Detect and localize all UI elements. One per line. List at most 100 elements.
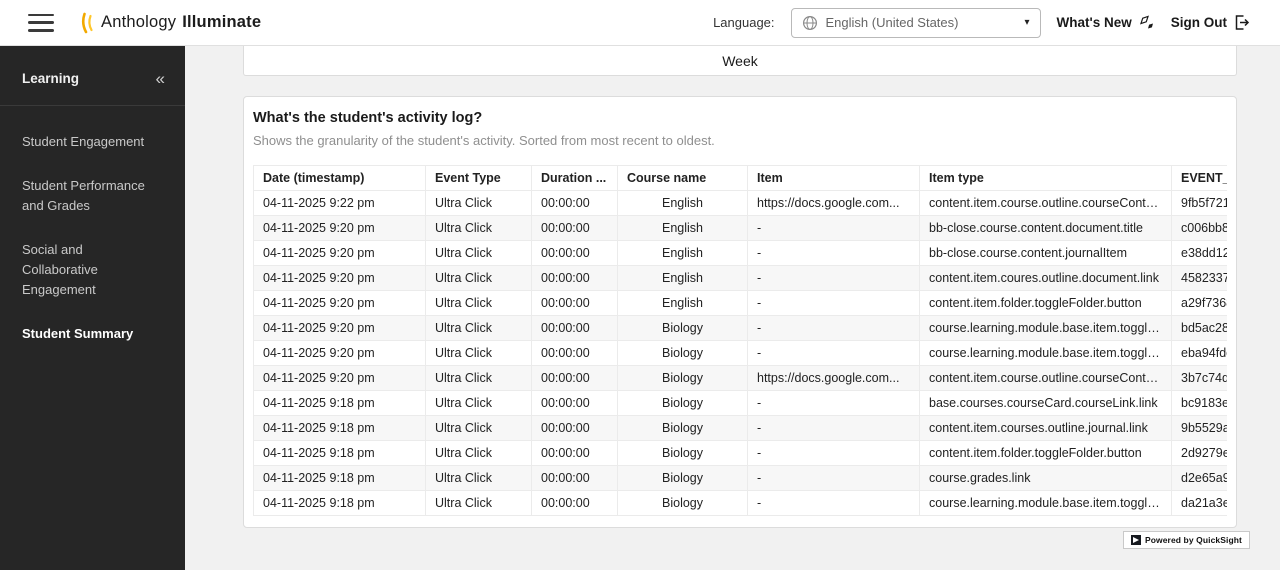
table-cell: - (748, 316, 920, 341)
table-cell: 04-11-2025 9:18 pm (254, 441, 426, 466)
activity-table-wrap: Date (timestamp)Event TypeDuration ...Co… (253, 165, 1227, 516)
table-cell: course.learning.module.base.item.toggleL… (920, 341, 1172, 366)
sign-out-icon (1233, 14, 1250, 31)
sidebar-item[interactable]: Student Performance and Grades (0, 164, 185, 228)
table-cell: Biology (618, 391, 748, 416)
table-cell: Ultra Click (426, 216, 532, 241)
quicksight-logo-icon (1131, 535, 1141, 545)
week-label: Week (722, 53, 758, 69)
brand-logo: Anthology Illuminate (80, 12, 261, 34)
table-row: 04-11-2025 9:20 pmUltra Click00:00:00Eng… (254, 216, 1228, 241)
column-header[interactable]: Event Type (426, 166, 532, 191)
table-cell: 00:00:00 (532, 291, 618, 316)
table-cell: 00:00:00 (532, 491, 618, 516)
table-cell: bb-close.course.content.document.title (920, 216, 1172, 241)
activity-table: Date (timestamp)Event TypeDuration ...Co… (253, 165, 1227, 516)
column-header[interactable]: Date (timestamp) (254, 166, 426, 191)
whats-new-button[interactable]: What's New (1057, 14, 1155, 31)
card-subtitle: Shows the granularity of the student's a… (253, 133, 1227, 148)
table-cell: Biology (618, 366, 748, 391)
sidebar-title: Learning (22, 71, 79, 86)
collapse-sidebar-icon[interactable]: « (156, 70, 165, 87)
table-cell: Biology (618, 466, 748, 491)
table-cell: Ultra Click (426, 241, 532, 266)
table-cell: English (618, 191, 748, 216)
table-cell: 00:00:00 (532, 316, 618, 341)
sidebar-item[interactable]: Social and Collaborative Engagement (0, 228, 185, 312)
column-header[interactable]: Item type (920, 166, 1172, 191)
table-cell: - (748, 466, 920, 491)
table-cell: Ultra Click (426, 266, 532, 291)
table-cell: Biology (618, 316, 748, 341)
table-cell: content.item.coures.outline.document.lin… (920, 266, 1172, 291)
table-cell: Biology (618, 416, 748, 441)
whats-new-sparkle-icon (1138, 14, 1155, 31)
table-cell: English (618, 216, 748, 241)
table-row: 04-11-2025 9:18 pmUltra Click00:00:00Bio… (254, 441, 1228, 466)
hamburger-menu-icon[interactable] (28, 14, 54, 32)
sidebar-item[interactable]: Student Engagement (0, 120, 185, 164)
table-cell: c006bb88 (1172, 216, 1228, 241)
table-cell: bd5ac280 (1172, 316, 1228, 341)
topbar: Anthology Illuminate Language: English (… (0, 0, 1280, 46)
table-cell: 00:00:00 (532, 266, 618, 291)
table-cell: course.learning.module.base.item.toggle.… (920, 491, 1172, 516)
column-header[interactable]: Item (748, 166, 920, 191)
table-cell: 04-11-2025 9:22 pm (254, 191, 426, 216)
table-cell: 04-11-2025 9:20 pm (254, 341, 426, 366)
sign-out-label: Sign Out (1171, 15, 1227, 30)
table-cell: Ultra Click (426, 466, 532, 491)
table-cell: course.learning.module.base.item.toggleL… (920, 316, 1172, 341)
table-cell: - (748, 266, 920, 291)
chevron-down-icon: ▾ (1024, 17, 1029, 28)
table-cell: Ultra Click (426, 441, 532, 466)
table-cell: 00:00:00 (532, 416, 618, 441)
table-cell: English (618, 266, 748, 291)
table-cell: a29f7368 (1172, 291, 1228, 316)
table-cell: course.grades.link (920, 466, 1172, 491)
column-header[interactable]: Course name (618, 166, 748, 191)
table-cell: d2e65a90 (1172, 466, 1228, 491)
column-header[interactable]: EVENT_I (1172, 166, 1228, 191)
sign-out-button[interactable]: Sign Out (1171, 14, 1250, 31)
table-row: 04-11-2025 9:22 pmUltra Click00:00:00Eng… (254, 191, 1228, 216)
table-cell: - (748, 341, 920, 366)
sidebar-item[interactable]: Student Summary (0, 312, 185, 356)
table-cell: Biology (618, 491, 748, 516)
table-row: 04-11-2025 9:20 pmUltra Click00:00:00Bio… (254, 341, 1228, 366)
week-card: Week (243, 46, 1237, 76)
table-cell: 04-11-2025 9:20 pm (254, 366, 426, 391)
table-row: 04-11-2025 9:20 pmUltra Click00:00:00Bio… (254, 366, 1228, 391)
table-row: 04-11-2025 9:20 pmUltra Click00:00:00Eng… (254, 266, 1228, 291)
column-header[interactable]: Duration ... (532, 166, 618, 191)
table-cell: 00:00:00 (532, 341, 618, 366)
globe-icon (802, 15, 818, 31)
table-cell: English (618, 291, 748, 316)
table-cell: Ultra Click (426, 341, 532, 366)
table-cell: 00:00:00 (532, 391, 618, 416)
table-cell: 9fb5f721 (1172, 191, 1228, 216)
language-select[interactable]: English (United States) ▾ (791, 8, 1041, 38)
table-cell: - (748, 241, 920, 266)
table-cell: 04-11-2025 9:18 pm (254, 391, 426, 416)
table-body: 04-11-2025 9:22 pmUltra Click00:00:00Eng… (254, 191, 1228, 516)
sidebar-header: Learning « (0, 46, 185, 106)
table-cell: Ultra Click (426, 291, 532, 316)
table-cell: 45823374 (1172, 266, 1228, 291)
table-cell: 3b7c74d8 (1172, 366, 1228, 391)
table-row: 04-11-2025 9:18 pmUltra Click00:00:00Bio… (254, 391, 1228, 416)
table-cell: https://docs.google.com... (748, 191, 920, 216)
table-cell: 04-11-2025 9:20 pm (254, 316, 426, 341)
table-cell: - (748, 391, 920, 416)
table-cell: 04-11-2025 9:20 pm (254, 266, 426, 291)
table-cell: 04-11-2025 9:18 pm (254, 491, 426, 516)
language-label: Language: (713, 15, 774, 30)
table-cell: 04-11-2025 9:20 pm (254, 216, 426, 241)
table-cell: - (748, 416, 920, 441)
table-cell: - (748, 441, 920, 466)
powered-by-badge[interactable]: Powered by QuickSight (1123, 531, 1250, 549)
table-cell: content.item.folder.toggleFolder.button (920, 441, 1172, 466)
table-cell: Biology (618, 341, 748, 366)
sidebar-nav: Student EngagementStudent Performance an… (0, 106, 185, 356)
main-content: Week What's the student's activity log? … (185, 46, 1280, 570)
